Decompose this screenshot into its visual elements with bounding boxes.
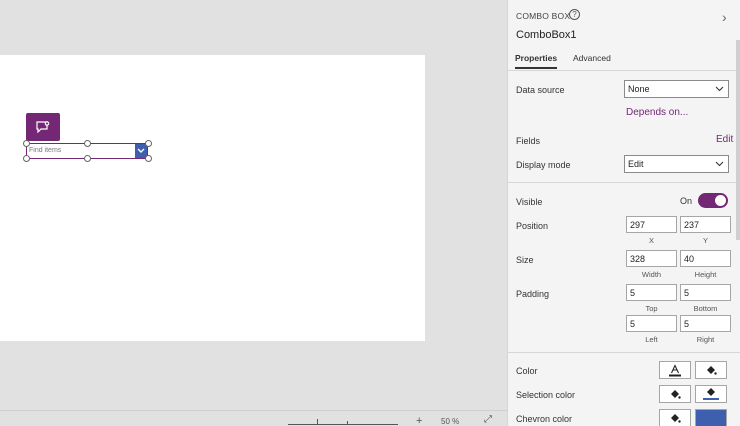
screen-artboard[interactable]: [0, 55, 425, 341]
size-height-input[interactable]: 40: [680, 250, 731, 267]
visible-label: Visible: [516, 197, 543, 207]
display-mode-dropdown[interactable]: Edit: [624, 155, 729, 173]
depends-on-link[interactable]: Depends on...: [626, 107, 688, 118]
chevron-right-icon[interactable]: ›: [722, 9, 727, 25]
padding-right-input[interactable]: 5: [680, 315, 731, 332]
resize-handle-top[interactable]: [84, 140, 91, 147]
text-color-button[interactable]: [659, 361, 691, 379]
canvas-workspace: Find items + 50 % ⤢: [0, 0, 507, 426]
padding-top-input[interactable]: 5: [626, 284, 677, 301]
position-x-caption: X: [648, 236, 654, 245]
chevron-fill-button[interactable]: [659, 409, 691, 426]
properties-pane: COMBO BOX ? › ComboBox1 Properties Advan…: [507, 0, 740, 426]
padding-bottom-input[interactable]: 5: [680, 284, 731, 301]
chevron-down-icon: [715, 84, 724, 94]
size-width-input[interactable]: 328: [626, 250, 677, 267]
section-divider: [508, 352, 740, 353]
control-type-label: COMBO BOX: [516, 11, 571, 21]
tabs-divider: [508, 70, 740, 71]
size-height-caption: Height: [694, 270, 717, 279]
data-source-value: None: [628, 84, 650, 94]
section-divider: [508, 182, 740, 183]
data-source-dropdown[interactable]: None: [624, 80, 729, 98]
paint-bucket-icon: [671, 390, 681, 399]
size-width-caption: Width: [641, 270, 662, 279]
toggle-knob: [715, 195, 726, 206]
tab-properties[interactable]: Properties: [515, 53, 558, 69]
resize-handle-bottom-left[interactable]: [23, 155, 30, 162]
fields-label: Fields: [516, 136, 541, 146]
position-label: Position: [516, 221, 549, 231]
chevron-down-icon: [715, 159, 724, 169]
resize-handle-bottom[interactable]: [84, 155, 91, 162]
padding-left-caption: Left: [645, 335, 658, 344]
paint-bucket-icon: [703, 388, 719, 400]
comment-add-icon: [36, 121, 50, 133]
chevron-color-label: Chevron color: [516, 414, 573, 424]
fit-to-window-icon[interactable]: ⤢: [484, 414, 492, 425]
paint-bucket-icon: [671, 414, 681, 423]
padding-right-caption: Right: [696, 335, 715, 344]
visible-toggle[interactable]: [698, 193, 728, 208]
zoom-slider-tick: [347, 421, 348, 425]
fields-edit-link[interactable]: Edit: [716, 134, 733, 145]
display-mode-label: Display mode: [516, 160, 571, 170]
tab-advanced[interactable]: Advanced: [573, 53, 611, 63]
position-y-input[interactable]: 237: [680, 216, 731, 233]
size-label: Size: [516, 255, 534, 265]
padding-left-input[interactable]: 5: [626, 315, 677, 332]
data-source-label: Data source: [516, 85, 565, 95]
padding-label: Padding: [516, 289, 550, 299]
resize-handle-top-left[interactable]: [23, 140, 30, 147]
display-mode-value: Edit: [628, 159, 644, 169]
padding-top-caption: Top: [645, 304, 658, 313]
selection-fill-button[interactable]: [659, 385, 691, 403]
pane-scrollbar[interactable]: [736, 40, 740, 240]
position-x-input[interactable]: 297: [626, 216, 677, 233]
resize-handle-top-right[interactable]: [145, 140, 152, 147]
font-color-icon: [669, 363, 681, 376]
help-icon[interactable]: ?: [569, 9, 580, 20]
selection-color-button[interactable]: [695, 385, 727, 403]
zoom-value: 50 %: [441, 417, 460, 426]
zoom-in-icon[interactable]: +: [416, 415, 422, 426]
fill-color-button[interactable]: [695, 361, 727, 379]
zoom-slider-track[interactable]: [288, 424, 398, 425]
padding-bottom-caption: Bottom: [693, 304, 718, 313]
position-y-caption: Y: [702, 236, 708, 245]
visible-state: On: [680, 196, 693, 206]
zoom-slider-thumb[interactable]: [317, 419, 318, 425]
comment-button[interactable]: [26, 113, 60, 141]
chevron-color-swatch[interactable]: [695, 409, 727, 426]
zoom-bar: + 50 % ⤢: [0, 410, 507, 426]
paint-bucket-icon: [707, 366, 717, 375]
combo-placeholder: Find items: [29, 147, 62, 154]
selection-color-label: Selection color: [516, 390, 576, 400]
control-name[interactable]: ComboBox1: [516, 29, 577, 41]
color-label: Color: [516, 366, 538, 376]
resize-handle-bottom-right[interactable]: [145, 155, 152, 162]
